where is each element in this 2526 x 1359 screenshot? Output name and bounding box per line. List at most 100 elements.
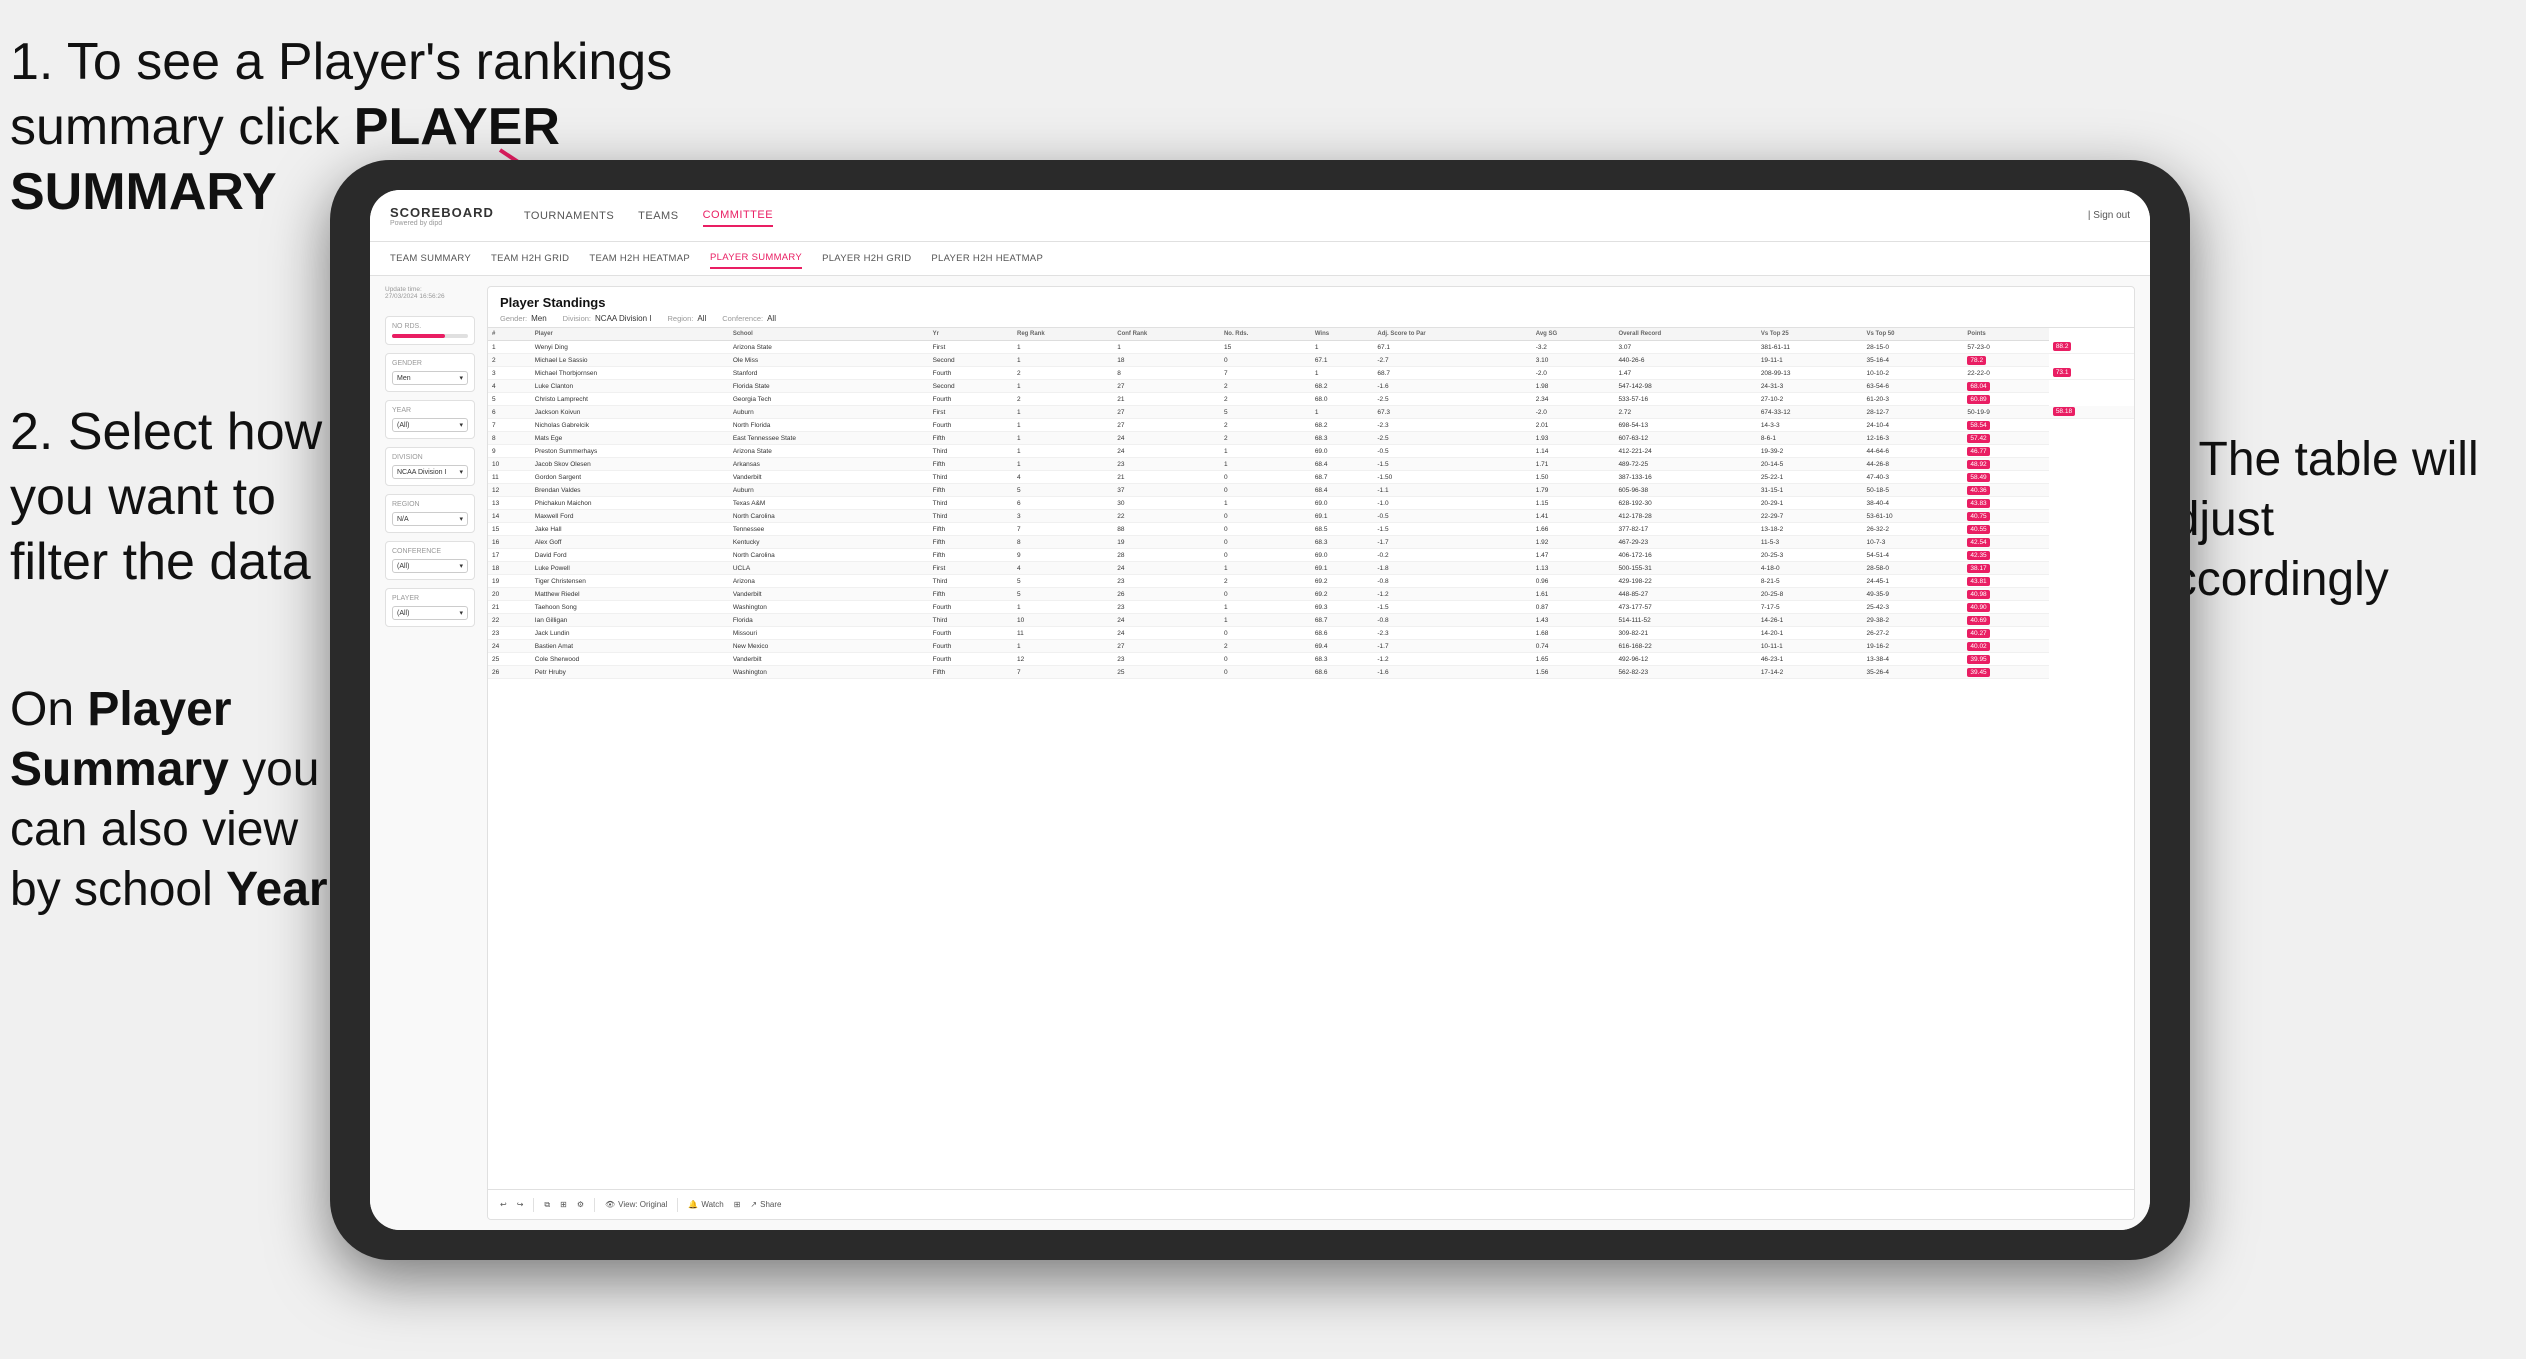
table-cell: 26	[1113, 588, 1220, 601]
sign-out-link[interactable]: | Sign out	[2088, 210, 2130, 221]
table-cell: 24	[488, 640, 531, 653]
table-cell: 44-64-6	[1863, 445, 1964, 458]
table-cell: First	[929, 406, 1013, 419]
rds-slider[interactable]	[392, 334, 468, 338]
table-cell: 0	[1220, 510, 1311, 523]
table-cell: 4-18-0	[1757, 562, 1863, 575]
table-cell: 0	[1220, 627, 1311, 640]
table-cell: 24	[1113, 614, 1220, 627]
table-cell: -1.7	[1373, 536, 1531, 549]
table-cell: 0	[1220, 588, 1311, 601]
table-cell: 27	[1113, 380, 1220, 393]
data-table: # Player School Yr Reg Rank Conf Rank No…	[488, 328, 2134, 1189]
region-select[interactable]: N/A ▾	[392, 512, 468, 526]
sub-nav-player-h2h-grid[interactable]: PLAYER H2H GRID	[822, 249, 911, 268]
table-cell: 429-198-22	[1614, 575, 1756, 588]
nav-committee[interactable]: COMMITTEE	[703, 205, 774, 227]
table-row: 17David FordNorth CarolinaFifth928069.0-…	[488, 549, 2134, 562]
nav-teams[interactable]: TEAMS	[638, 206, 678, 226]
table-cell: Cole Sherwood	[531, 653, 729, 666]
table-cell: 26	[488, 666, 531, 679]
table-cell: Taehoon Song	[531, 601, 729, 614]
no-rds-filter: No Rds.	[385, 316, 475, 345]
table-row: 4Luke ClantonFlorida StateSecond127268.2…	[488, 380, 2134, 393]
table-cell: 1	[1013, 601, 1113, 614]
col-no-rds: No. Rds.	[1220, 328, 1311, 341]
col-overall: Overall Record	[1614, 328, 1756, 341]
table-cell: 68.5	[1311, 523, 1374, 536]
player-select[interactable]: (All) ▾	[392, 606, 468, 620]
table-cell: 1.56	[1532, 666, 1615, 679]
table-cell: 7	[1013, 666, 1113, 679]
share-btn[interactable]: ↗ Share	[750, 1200, 781, 1209]
table-cell: 17	[488, 549, 531, 562]
table-cell: 68.3	[1311, 653, 1374, 666]
table-cell: 5	[1013, 588, 1113, 601]
gender-select[interactable]: Men ▾	[392, 371, 468, 385]
table-cell: Nicholas Gabrelcik	[531, 419, 729, 432]
sub-nav-team-h2h-grid[interactable]: TEAM H2H GRID	[491, 249, 569, 268]
table-cell: 69.0	[1311, 549, 1374, 562]
table-cell: 1	[1013, 354, 1113, 367]
table-cell: 27-10-2	[1757, 393, 1863, 406]
table-cell: -2.3	[1373, 419, 1531, 432]
table-cell: 27	[1113, 406, 1220, 419]
export-btn[interactable]: ⊞	[734, 1200, 741, 1209]
table-cell: Jake Hall	[531, 523, 729, 536]
col-yr: Yr	[929, 328, 1013, 341]
table-cell: -2.3	[1373, 627, 1531, 640]
settings-btn[interactable]: ⚙	[577, 1200, 584, 1209]
sub-nav-team-summary[interactable]: TEAM SUMMARY	[390, 249, 471, 268]
division-select[interactable]: NCAA Division I ▾	[392, 465, 468, 479]
sub-nav-team-h2h-heatmap[interactable]: TEAM H2H HEATMAP	[589, 249, 690, 268]
table-cell: -0.8	[1373, 614, 1531, 627]
table-cell: First	[929, 341, 1013, 354]
table-cell: 1.65	[1532, 653, 1615, 666]
table-cell: 2	[1220, 575, 1311, 588]
conference-select[interactable]: (All) ▾	[392, 559, 468, 573]
sub-nav-player-summary[interactable]: PLAYER SUMMARY	[710, 248, 802, 269]
table-cell: Florida State	[729, 380, 929, 393]
table-cell: 10	[488, 458, 531, 471]
table-row: 25Cole SherwoodVanderbiltFourth1223068.3…	[488, 653, 2134, 666]
copy-btn[interactable]: ⧉	[544, 1200, 550, 1210]
table-cell: 0	[1220, 354, 1311, 367]
table-cell: 63-54-6	[1863, 380, 1964, 393]
table-row: 3Michael ThorbjornsenStanfordFourth28716…	[488, 367, 2134, 380]
table-cell: Fourth	[929, 419, 1013, 432]
table-cell: 1.13	[1532, 562, 1615, 575]
table-cell: 1	[488, 341, 531, 354]
table-cell: 2	[1220, 380, 1311, 393]
paste-btn[interactable]: ⊞	[560, 1200, 567, 1209]
table-cell: 23	[1113, 575, 1220, 588]
table-cell: 1.98	[1532, 380, 1615, 393]
table-cell: David Ford	[531, 549, 729, 562]
table-row: 1Wenyi DingArizona StateFirst1115167.1-3…	[488, 341, 2134, 354]
table-cell: Vanderbilt	[729, 588, 929, 601]
table-cell: Stanford	[729, 367, 929, 380]
watch-btn[interactable]: 🔔 Watch	[688, 1200, 723, 1209]
table-cell: 698-54-13	[1614, 419, 1756, 432]
table-cell: 10-11-1	[1757, 640, 1863, 653]
year-select[interactable]: (All) ▾	[392, 418, 468, 432]
table-cell: 1.43	[1532, 614, 1615, 627]
table-cell: 2	[1013, 367, 1113, 380]
table-cell: Washington	[729, 601, 929, 614]
table-cell: -1.5	[1373, 601, 1531, 614]
table-cell: 562-82-23	[1614, 666, 1756, 679]
table-cell: -2.5	[1373, 432, 1531, 445]
table-cell: 60.89	[1963, 393, 2048, 406]
view-original-btn[interactable]: 👁 View: Original	[605, 1200, 667, 1209]
undo-btn[interactable]: ↩	[500, 1200, 507, 1209]
table-cell: 8-6-1	[1757, 432, 1863, 445]
nav-tournaments[interactable]: TOURNAMENTS	[524, 206, 614, 226]
table-row: 10Jacob Skov OlesenArkansasFifth123168.4…	[488, 458, 2134, 471]
col-reg-rank: Reg Rank	[1013, 328, 1113, 341]
table-cell: 47-40-3	[1863, 471, 1964, 484]
table-cell: 23	[1113, 601, 1220, 614]
table-cell: Ole Miss	[729, 354, 929, 367]
table-cell: 8-21-5	[1757, 575, 1863, 588]
redo-btn[interactable]: ↪	[517, 1200, 524, 1209]
table-cell: 1	[1220, 497, 1311, 510]
sub-nav-player-h2h-heatmap[interactable]: PLAYER H2H HEATMAP	[931, 249, 1043, 268]
